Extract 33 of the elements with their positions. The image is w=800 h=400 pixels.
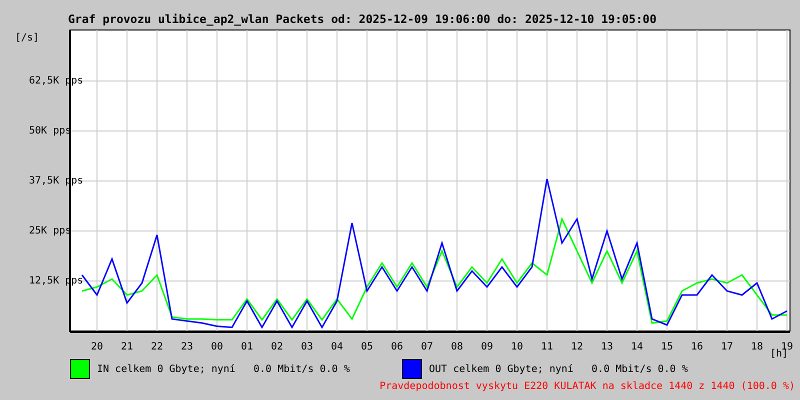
- axis-tick-label: 01: [240, 342, 254, 353]
- axis-tick-label: 06: [390, 342, 404, 353]
- axis-tick-label: 23: [180, 342, 194, 353]
- axis-tick-label: 22: [150, 342, 164, 353]
- legend-swatch: [402, 359, 422, 379]
- chart-title: Graf provozu ulibice_ap2_wlan Packets od: 2025-12-09 19:06:00 do: 2025-12-10 19:05:00: [68, 12, 657, 26]
- axis-tick-label: 12: [570, 342, 584, 353]
- series-name: IN: [97, 362, 110, 376]
- axis-tick-label: 21: [120, 342, 134, 353]
- axis-tick-label: 07: [420, 342, 434, 353]
- axis-tick-label: 13: [600, 342, 614, 353]
- axis-label: [h]: [770, 348, 788, 360]
- axis-tick-label: 20: [90, 342, 104, 353]
- axis-tick-label: 15: [660, 342, 674, 353]
- axis-tick-label: 11: [540, 342, 554, 353]
- axis-tick-label: 18: [750, 342, 764, 353]
- axis-tick-label: 02: [270, 342, 284, 353]
- footer-note: Pravdepodobnost vyskytu E220 KULATAK na skladce 1440 z 1440 (100.0 %): [380, 381, 795, 393]
- series-name: OUT: [429, 362, 448, 376]
- axis-tick-label: 08: [450, 342, 464, 353]
- axis-tick-label: 00: [210, 342, 224, 353]
- axis-tick-label: 17: [720, 342, 734, 353]
- axis-tick-label: 16: [690, 342, 704, 353]
- legend-swatch: [70, 359, 90, 379]
- axis-tick-label: 05: [360, 342, 374, 353]
- axis-tick-label: 04: [330, 342, 344, 353]
- legend-text: celkem 0 Gbyte; nyní 0.0 Mbit/s 0.0 %: [115, 362, 350, 376]
- axis-label: [/s]: [15, 32, 40, 44]
- axis-tick-label: 10: [510, 342, 524, 353]
- legend-text: celkem 0 Gbyte; nyní 0.0 Mbit/s 0.0 %: [453, 362, 688, 376]
- axis-tick-label: 14: [630, 342, 644, 353]
- axis-tick-label: 09: [480, 342, 494, 353]
- axis-tick-label: 03: [300, 342, 314, 353]
